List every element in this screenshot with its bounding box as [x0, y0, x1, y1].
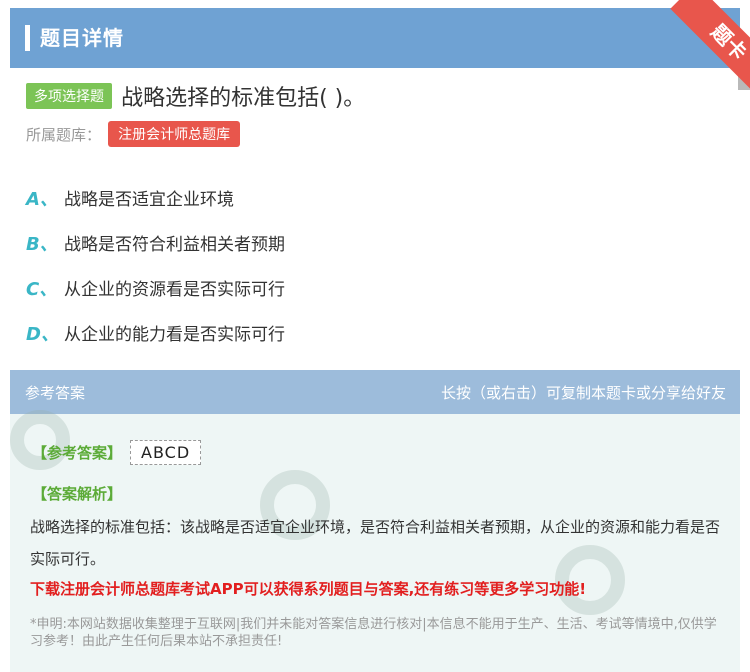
analysis-text: 战略选择的标准包括：该战略是否适宜企业环境，是否符合利益相关者预期，从企业的资源…: [30, 518, 721, 568]
option-a[interactable]: A、 战略是否适宜企业环境: [26, 175, 726, 220]
bank-label: 所属题库：: [26, 125, 102, 144]
answer-header: 参考答案 长按（或右击）可复制本题卡或分享给好友: [10, 370, 740, 414]
disclaimer-text: *申明:本网站数据收集整理于互联网|我们并未能对答案信息进行核对|本信息不能用于…: [30, 617, 717, 649]
share-hint: 长按（或右击）可复制本题卡或分享给好友: [440, 383, 726, 402]
corner-ribbon: 题卡: [650, 0, 750, 90]
reference-answer-value: ABCD: [130, 440, 202, 465]
option-text: 战略是否适宜企业环境: [64, 190, 234, 210]
ribbon-label: 题卡: [670, 0, 750, 90]
options-list: A、 战略是否适宜企业环境 B、 战略是否符合利益相关者预期 C、 从企业的资源…: [26, 175, 726, 355]
option-text: 从企业的资源看是否实际可行: [64, 280, 285, 300]
option-text: 从企业的能力看是否实际可行: [64, 325, 285, 345]
reference-answer-label: 【参考答案】: [32, 444, 123, 462]
option-letter: D、: [26, 323, 59, 345]
option-letter: C、: [26, 278, 58, 300]
option-b[interactable]: B、 战略是否符合利益相关者预期: [26, 220, 726, 265]
option-letter: A、: [26, 188, 58, 210]
header-bar: 题目详情: [10, 8, 740, 68]
bank-tag-link[interactable]: 注册会计师总题库: [108, 121, 241, 147]
question-text: 战略选择的标准包括( )。: [121, 86, 366, 111]
option-d[interactable]: D、 从企业的能力看是否实际可行: [26, 310, 726, 355]
answer-section-title: 参考答案: [25, 383, 86, 402]
page-title: 题目详情: [40, 26, 124, 50]
answer-panel: 参考答案 长按（或右击）可复制本题卡或分享给好友 【参考答案】 ABCD 【答案…: [10, 370, 740, 672]
question-card-page: 题目详情 题卡 多项选择题 战略选择的标准包括( )。 所属题库： 注册会计师总…: [0, 0, 750, 672]
question-type-badge: 多项选择题: [26, 83, 112, 109]
question-bank-row: 所属题库： 注册会计师总题库: [26, 121, 241, 147]
option-c[interactable]: C、 从企业的资源看是否实际可行: [26, 265, 726, 310]
analysis-label: 【答案解析】: [32, 485, 123, 503]
question-stem: 多项选择题 战略选择的标准包括( )。: [26, 80, 726, 112]
reference-answer-row: 【参考答案】 ABCD: [32, 440, 202, 465]
option-text: 战略是否符合利益相关者预期: [64, 235, 285, 255]
header-accent-bar: [25, 25, 30, 51]
app-promo-link[interactable]: 下载注册会计师总题库考试APP可以获得系列题目与答案,还有练习等更多学习功能!: [30, 578, 730, 599]
option-letter: B、: [26, 233, 58, 255]
